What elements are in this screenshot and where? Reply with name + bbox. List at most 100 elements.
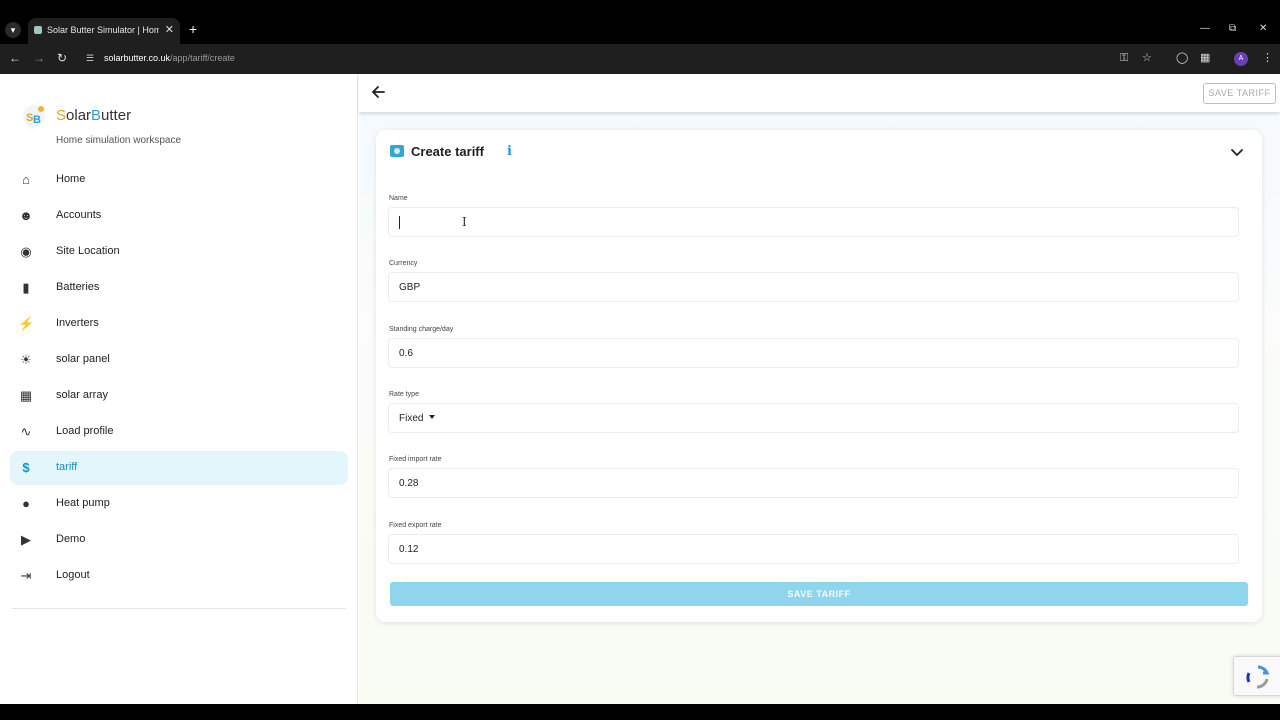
sidebar-item-solar-array[interactable]: ▦ solar array (10, 379, 348, 413)
app-topbar: SAVE TARIFF (359, 74, 1280, 112)
sidebar-item-label: Site Location (56, 245, 120, 257)
sidebar-item-label: Demo (56, 533, 86, 545)
standing-charge-value: 0.6 (399, 348, 413, 359)
sidebar-item-label: Home (56, 173, 86, 185)
save-tariff-button[interactable]: SAVE TARIFF (390, 582, 1248, 606)
standing-charge-field[interactable]: 0.6 (388, 338, 1239, 368)
recaptcha-badge[interactable] (1233, 656, 1280, 696)
main-content: SAVE TARIFF Create tariff i Name I Curre… (359, 74, 1280, 704)
recaptcha-icon (1246, 665, 1270, 689)
reload-icon[interactable]: ↻ (57, 51, 67, 65)
fixed-import-rate-value: 0.28 (399, 478, 419, 489)
card-title: Create tariff (411, 144, 484, 159)
people-icon: ☻ (19, 208, 33, 223)
sidebar-item-site-location[interactable]: ◉ Site Location (10, 235, 348, 269)
sidebar-item-tariff[interactable]: $ tariff (10, 451, 348, 485)
top-save-tariff-button[interactable]: SAVE TARIFF (1203, 83, 1276, 104)
browser-tab-strip: ▾ Solar Butter Simulator | Home s ✕ + — … (0, 0, 1280, 44)
home-icon: ⌂ (22, 172, 30, 187)
browser-back-icon[interactable]: ← (9, 51, 21, 65)
bottom-bar (0, 704, 1280, 720)
back-arrow-icon[interactable] (370, 84, 386, 100)
address-bar[interactable]: solarbutter.co.uk/app/tariff/create (104, 53, 235, 63)
battery-icon: ▮ (22, 280, 30, 295)
flame-icon: ● (22, 496, 30, 511)
url-domain: solarbutter.co.uk (104, 53, 171, 63)
info-icon[interactable]: i (507, 144, 512, 159)
page-viewport: S B SolarButter Home simulation workspac… (0, 74, 1280, 704)
fixed-export-rate-label: Fixed export rate (389, 522, 442, 529)
sidebar-item-accounts[interactable]: ☻ Accounts (10, 199, 348, 233)
play-circle-icon: ▶ (21, 532, 31, 547)
dollar-icon: $ (22, 460, 30, 475)
sidebar-item-logout[interactable]: ⇥ Logout (10, 559, 348, 593)
tariff-money-icon (390, 145, 404, 157)
extensions-puzzle-icon[interactable]: ▦ (1200, 52, 1210, 64)
brand-tagline: Home simulation workspace (56, 135, 182, 146)
profile-avatar[interactable]: A (1234, 52, 1248, 66)
name-label: Name (389, 195, 408, 202)
bolt-icon: ⚡ (18, 316, 35, 331)
trend-line-icon: ∿ (20, 424, 32, 439)
browser-menu-icon[interactable]: ⋮ (1262, 52, 1273, 64)
name-field[interactable]: I (388, 207, 1239, 237)
sidebar-item-label: Batteries (56, 281, 100, 293)
sidebar-item-label: Inverters (56, 317, 99, 329)
create-tariff-card: Create tariff i Name I Currency GBP Stan… (376, 130, 1262, 622)
url-path: /app/tariff/create (170, 53, 235, 63)
sidebar-item-demo[interactable]: ▶ Demo (10, 523, 348, 557)
tab-favicon-icon (34, 26, 42, 34)
browser-toolbar: ← → ↻ ☰ solarbutter.co.uk/app/tariff/cre… (0, 44, 1280, 74)
fixed-export-rate-field[interactable]: 0.12 (388, 534, 1239, 564)
currency-label: Currency (389, 260, 418, 267)
rate-type-label: Rate type (389, 391, 419, 398)
sidebar-item-solar-panel[interactable]: ☀ solar panel (10, 343, 348, 377)
window-close-icon[interactable]: ✕ (1259, 23, 1267, 34)
browser-tab[interactable]: Solar Butter Simulator | Home s ✕ (28, 18, 180, 44)
sidebar-item-load-profile[interactable]: ∿ Load profile (10, 415, 348, 449)
dropdown-arrow-icon (429, 415, 435, 419)
tab-close-icon[interactable]: ✕ (165, 23, 174, 36)
logout-icon: ⇥ (20, 568, 32, 583)
fixed-export-rate-value: 0.12 (399, 544, 419, 555)
tab-title: Solar Butter Simulator | Home s (47, 25, 159, 35)
sidebar-item-label: Heat pump (56, 497, 110, 509)
new-tab-button[interactable]: + (189, 22, 197, 36)
sidebar-item-label: Logout (56, 569, 90, 581)
rate-type-value: Fixed (399, 413, 424, 424)
ibeam-cursor-icon: I (462, 215, 467, 229)
password-key-icon[interactable]: ⚿ (1120, 52, 1128, 64)
restore-icon[interactable]: ⧉ (1229, 23, 1236, 34)
currency-field[interactable]: GBP (388, 272, 1239, 302)
sun-icon: ☀ (20, 352, 32, 367)
brand-name: SolarButter (56, 107, 132, 124)
sidebar-item-inverters[interactable]: ⚡ Inverters (10, 307, 348, 341)
currency-value: GBP (399, 282, 421, 293)
chevron-down-icon[interactable] (1230, 145, 1244, 159)
minimize-icon[interactable]: — (1200, 23, 1210, 34)
text-caret (399, 216, 400, 229)
svg-text:B: B (33, 114, 41, 126)
sidebar-item-home[interactable]: ⌂ Home (10, 163, 348, 197)
sidebar-item-heat-pump[interactable]: ● Heat pump (10, 487, 348, 521)
standing-charge-label: Standing charge/day (389, 326, 454, 333)
fixed-import-rate-label: Fixed import rate (389, 456, 442, 463)
extension-shield-icon[interactable]: ◯ (1176, 52, 1188, 64)
bookmark-star-icon[interactable]: ☆ (1142, 52, 1152, 64)
tab-search-chevron-icon[interactable]: ▾ (5, 22, 21, 38)
sidebar-item-batteries[interactable]: ▮ Batteries (10, 271, 348, 305)
sidebar-item-label: solar array (56, 389, 108, 401)
location-pin-icon: ◉ (20, 244, 32, 259)
solarbutter-logo-icon: S B (23, 105, 45, 127)
fixed-import-rate-field[interactable]: 0.28 (388, 468, 1239, 498)
sidebar: S B SolarButter Home simulation workspac… (0, 74, 358, 704)
browser-forward-icon[interactable]: → (33, 51, 45, 65)
sidebar-item-label: solar panel (56, 353, 110, 365)
grid-icon: ▦ (19, 388, 33, 403)
rate-type-select[interactable]: Fixed (388, 403, 1239, 433)
sidebar-item-label: Accounts (56, 209, 102, 221)
site-info-icon[interactable]: ☰ (86, 53, 96, 63)
sidebar-item-label: tariff (56, 461, 78, 473)
sidebar-divider (12, 608, 346, 609)
sidebar-item-label: Load profile (56, 425, 114, 437)
